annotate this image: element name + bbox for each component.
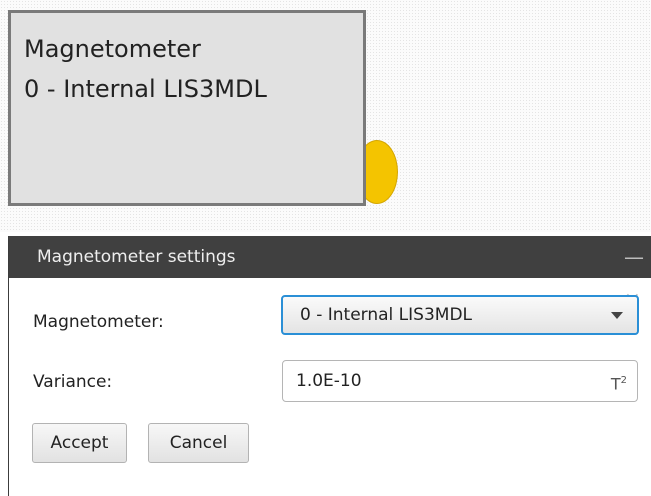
variance-unit: T2 [611, 361, 627, 404]
magnetometer-node[interactable]: Magnetometer 0 - Internal LIS3MDL [8, 10, 366, 206]
chevron-down-icon [611, 312, 623, 319]
dialog-title: Magnetometer settings [37, 247, 236, 267]
magnetometer-select[interactable]: 0 - Internal LIS3MDL [281, 295, 639, 335]
variance-unit-base: T [610, 374, 621, 394]
magnetometer-settings-dialog: Magnetometer settings —× Magnetometer: 0… [8, 236, 651, 496]
magnetometer-label: Magnetometer: [33, 312, 164, 332]
dialog-titlebar[interactable]: Magnetometer settings —× [9, 236, 651, 311]
variance-input[interactable]: 1.0E-10 T2 [282, 360, 638, 402]
variance-label: Variance: [33, 372, 113, 392]
node-title: Magnetometer [24, 35, 201, 63]
cancel-button[interactable]: Cancel [148, 423, 249, 463]
variance-unit-exponent: 2 [620, 375, 627, 386]
accept-button[interactable]: Accept [32, 423, 127, 463]
variance-input-value: 1.0E-10 [296, 371, 362, 391]
minimize-icon[interactable]: — [624, 236, 644, 278]
magnetometer-select-value: 0 - Internal LIS3MDL [300, 305, 473, 325]
node-subtitle: 0 - Internal LIS3MDL [24, 75, 267, 103]
